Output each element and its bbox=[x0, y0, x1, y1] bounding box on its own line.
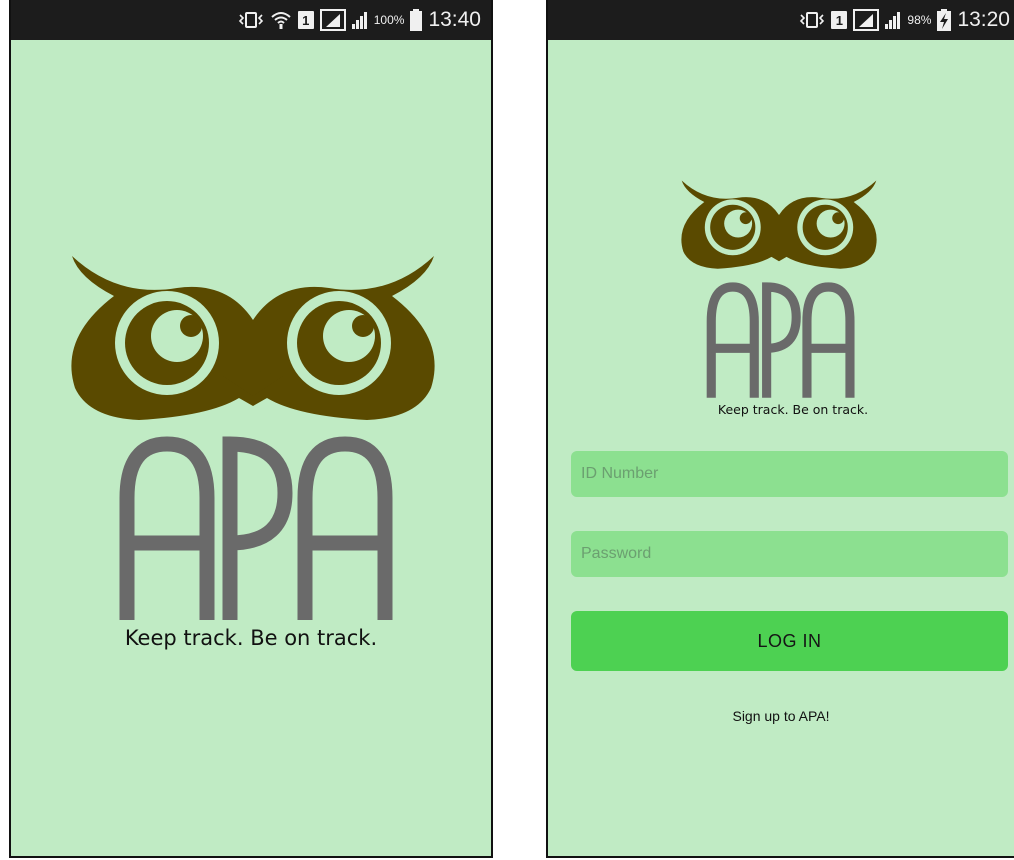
owl-logo-graphic bbox=[71, 256, 435, 620]
status-bar: 1 100% 13:40 bbox=[11, 0, 491, 40]
clock: 13:40 bbox=[428, 8, 481, 31]
vibrate-icon bbox=[238, 10, 264, 30]
login-screen: 1 98% 13:20 Keep track. Be on track. ID … bbox=[546, 0, 1014, 858]
signal-box-icon bbox=[853, 9, 880, 31]
sim-icon: 1 bbox=[297, 11, 314, 29]
battery-percent: 100% bbox=[373, 13, 405, 27]
tagline: Keep track. Be on track. bbox=[124, 626, 378, 650]
login-button[interactable]: LOG IN bbox=[571, 611, 1008, 671]
wifi-icon bbox=[270, 10, 292, 30]
owl-logo-graphic bbox=[681, 180, 877, 398]
signal-box-icon bbox=[319, 9, 346, 31]
vibrate-icon bbox=[799, 10, 825, 30]
password-field[interactable] bbox=[571, 531, 1008, 577]
id-number-input[interactable] bbox=[579, 464, 1008, 484]
clock: 13:20 bbox=[957, 8, 1010, 31]
tagline: Keep track. Be on track. bbox=[717, 402, 869, 417]
id-number-field[interactable] bbox=[571, 451, 1008, 497]
password-input[interactable] bbox=[579, 544, 1008, 564]
apa-owl-logo bbox=[679, 176, 879, 398]
splash-screen: 1 100% 13:40 Keep track. Be on track. bbox=[9, 0, 493, 858]
battery-icon bbox=[410, 9, 423, 31]
apa-owl-logo bbox=[67, 248, 439, 620]
charging-battery-icon bbox=[937, 9, 952, 31]
signup-link[interactable]: Sign up to APA! bbox=[548, 708, 1014, 724]
battery-percent: 98% bbox=[907, 13, 932, 27]
signal-icon bbox=[885, 10, 901, 30]
signal-icon bbox=[351, 10, 368, 30]
sim-icon: 1 bbox=[831, 11, 848, 29]
status-bar: 1 98% 13:20 bbox=[548, 0, 1014, 40]
